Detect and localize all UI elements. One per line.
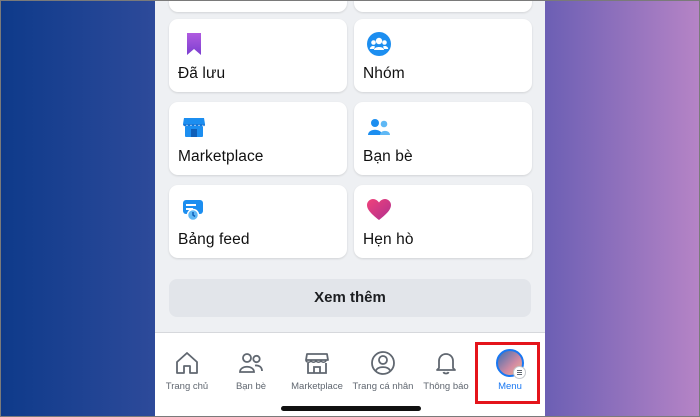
- shortcut-friends-label: Bạn bè: [363, 148, 413, 165]
- shortcut-friends[interactable]: Bạn bè: [354, 102, 532, 175]
- tab-profile-label: Trang cá nhân: [352, 381, 414, 392]
- shortcut-dating[interactable]: Hẹn hò: [354, 185, 532, 258]
- shortcut-saved[interactable]: Đã lưu: [169, 19, 347, 92]
- tab-notifications[interactable]: Thông báo: [415, 333, 477, 417]
- tab-home-label: Trang chủ: [165, 381, 209, 392]
- tab-notifications-label: Thông báo: [423, 381, 469, 392]
- tab-friends-label: Bạn bè: [235, 381, 267, 392]
- shortcut-dating-label: Hẹn hò: [363, 231, 414, 248]
- home-indicator: [281, 406, 421, 411]
- marketplace-shop-icon: [183, 118, 205, 137]
- bookmark-icon: [187, 33, 201, 55]
- bottom-tab-bar: Trang chủ Bạn bè Marketplace Trang cá nh…: [155, 333, 545, 417]
- shortcut-marketplace[interactable]: Marketplace: [169, 102, 347, 175]
- tab-friends[interactable]: Bạn bè: [219, 333, 283, 417]
- tab-profile[interactable]: Trang cá nhân: [351, 333, 415, 417]
- groups-icon: [367, 32, 391, 56]
- shortcut-card-top-left-partial[interactable]: [169, 0, 347, 12]
- shop-outline-icon: [305, 353, 329, 374]
- friends-icon: [368, 119, 390, 135]
- tab-home[interactable]: Trang chủ: [155, 333, 219, 417]
- dating-heart-icon: [367, 199, 391, 220]
- home-icon: [176, 352, 198, 374]
- feeds-icon: [183, 200, 203, 222]
- friends-outline-icon: [239, 353, 263, 373]
- shortcut-marketplace-label: Marketplace: [178, 148, 264, 165]
- shortcut-groups-label: Nhóm: [363, 65, 405, 82]
- tab-menu-label: Menu: [498, 381, 522, 392]
- bell-icon: [436, 353, 456, 375]
- avatar-menu-icon: [496, 349, 526, 379]
- tab-menu[interactable]: Menu: [482, 333, 538, 417]
- tab-marketplace-label: Marketplace: [291, 381, 343, 392]
- shortcut-feeds[interactable]: Bảng feed: [169, 185, 347, 258]
- profile-icon: [371, 351, 395, 375]
- shortcut-saved-label: Đã lưu: [178, 65, 226, 82]
- shortcut-groups[interactable]: Nhóm: [354, 19, 532, 92]
- phone-screen: Đã lưu Nhóm Marketplace Bạn bè Bảng feed…: [155, 0, 545, 417]
- see-more-button[interactable]: Xem thêm: [169, 279, 531, 317]
- shortcut-feeds-label: Bảng feed: [178, 231, 250, 248]
- menu-lines-icon: [513, 366, 526, 379]
- shortcut-card-top-right-partial[interactable]: [354, 0, 532, 12]
- tab-marketplace[interactable]: Marketplace: [283, 333, 351, 417]
